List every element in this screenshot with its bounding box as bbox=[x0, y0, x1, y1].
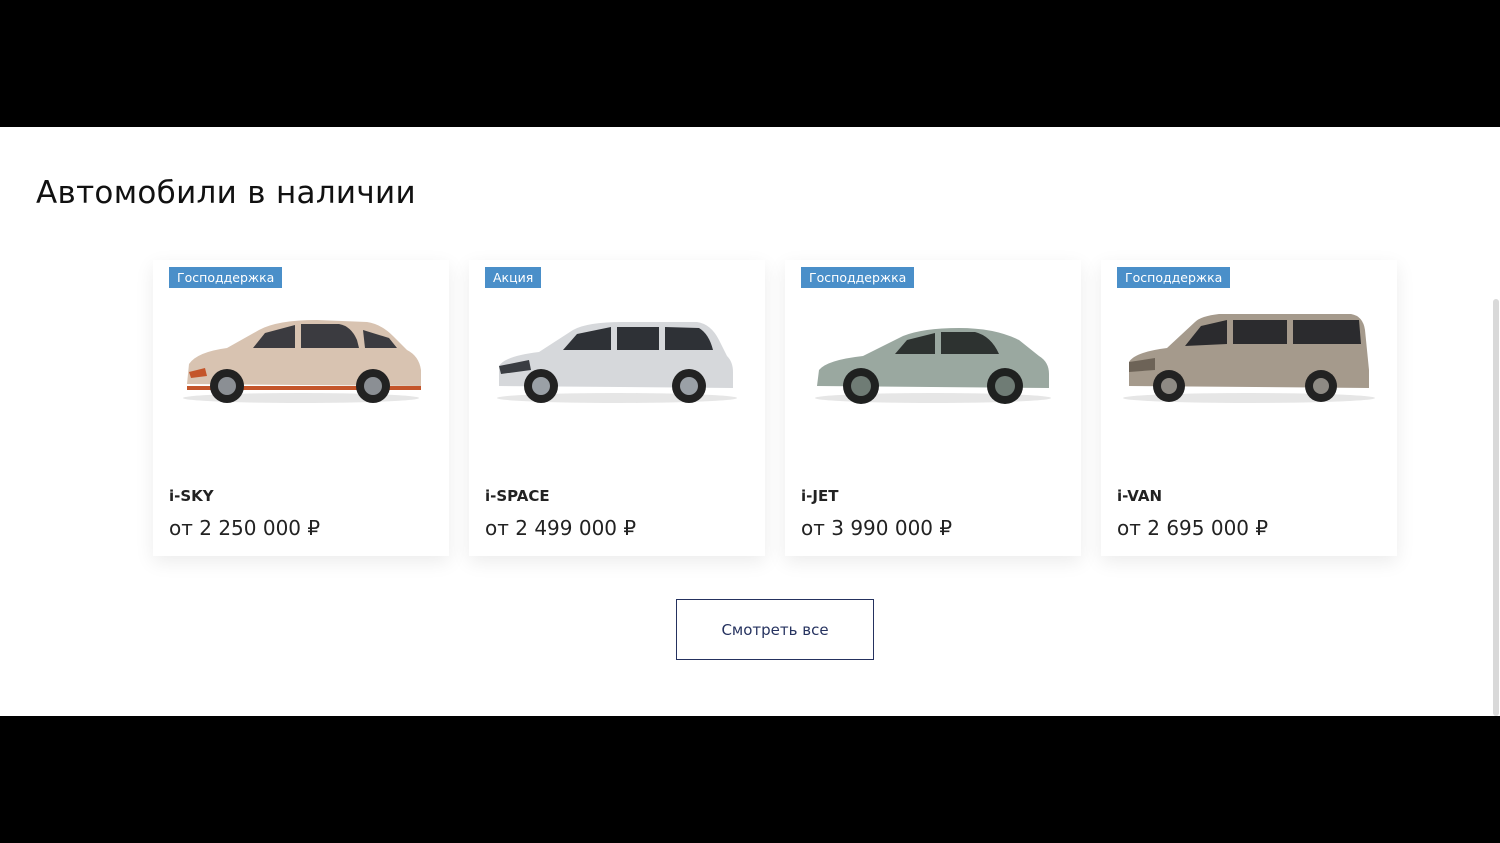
view-all-button[interactable]: Смотреть все bbox=[676, 599, 874, 660]
car-price: от 2 250 000 ₽ bbox=[169, 516, 321, 540]
car-cards-list: Господдержка i-SKY от 2 250 000 ₽ Акция bbox=[153, 260, 1397, 556]
car-name: i-SKY bbox=[169, 487, 214, 505]
coupe-suv-icon bbox=[815, 328, 1051, 404]
car-price: от 2 499 000 ₽ bbox=[485, 516, 637, 540]
car-name: i-JET bbox=[801, 487, 839, 505]
car-card-i-sky[interactable]: Господдержка i-SKY от 2 250 000 ₽ bbox=[153, 260, 449, 556]
car-price: от 2 695 000 ₽ bbox=[1117, 516, 1269, 540]
badge-gov-support: Господдержка bbox=[1117, 267, 1231, 288]
car-card-i-jet[interactable]: Господдержка i-JET от 3 990 000 ₽ bbox=[785, 260, 1081, 556]
scrollbar[interactable] bbox=[1492, 127, 1500, 716]
badge-gov-support: Господдержка bbox=[801, 267, 915, 288]
suv-icon bbox=[497, 322, 737, 403]
letterbox-bottom bbox=[0, 716, 1500, 843]
badge-promo: Акция bbox=[485, 267, 542, 288]
badge-gov-support: Господдержка bbox=[169, 267, 283, 288]
cars-in-stock-section: Автомобили в наличии Господдержка i-SKY … bbox=[0, 127, 1500, 716]
car-card-i-van[interactable]: Господдержка i-VAN от 2 695 000 ₽ bbox=[1101, 260, 1397, 556]
car-name: i-SPACE bbox=[485, 487, 550, 505]
letterbox-top bbox=[0, 0, 1500, 127]
section-title: Автомобили в наличии bbox=[36, 175, 416, 211]
car-card-i-space[interactable]: Акция i-SPACE от 2 499 000 ₽ bbox=[469, 260, 765, 556]
minivan-icon bbox=[1123, 314, 1375, 403]
crossover-icon bbox=[183, 320, 421, 403]
scrollbar-thumb[interactable] bbox=[1493, 299, 1499, 716]
car-price: от 3 990 000 ₽ bbox=[801, 516, 953, 540]
car-name: i-VAN bbox=[1117, 487, 1163, 505]
